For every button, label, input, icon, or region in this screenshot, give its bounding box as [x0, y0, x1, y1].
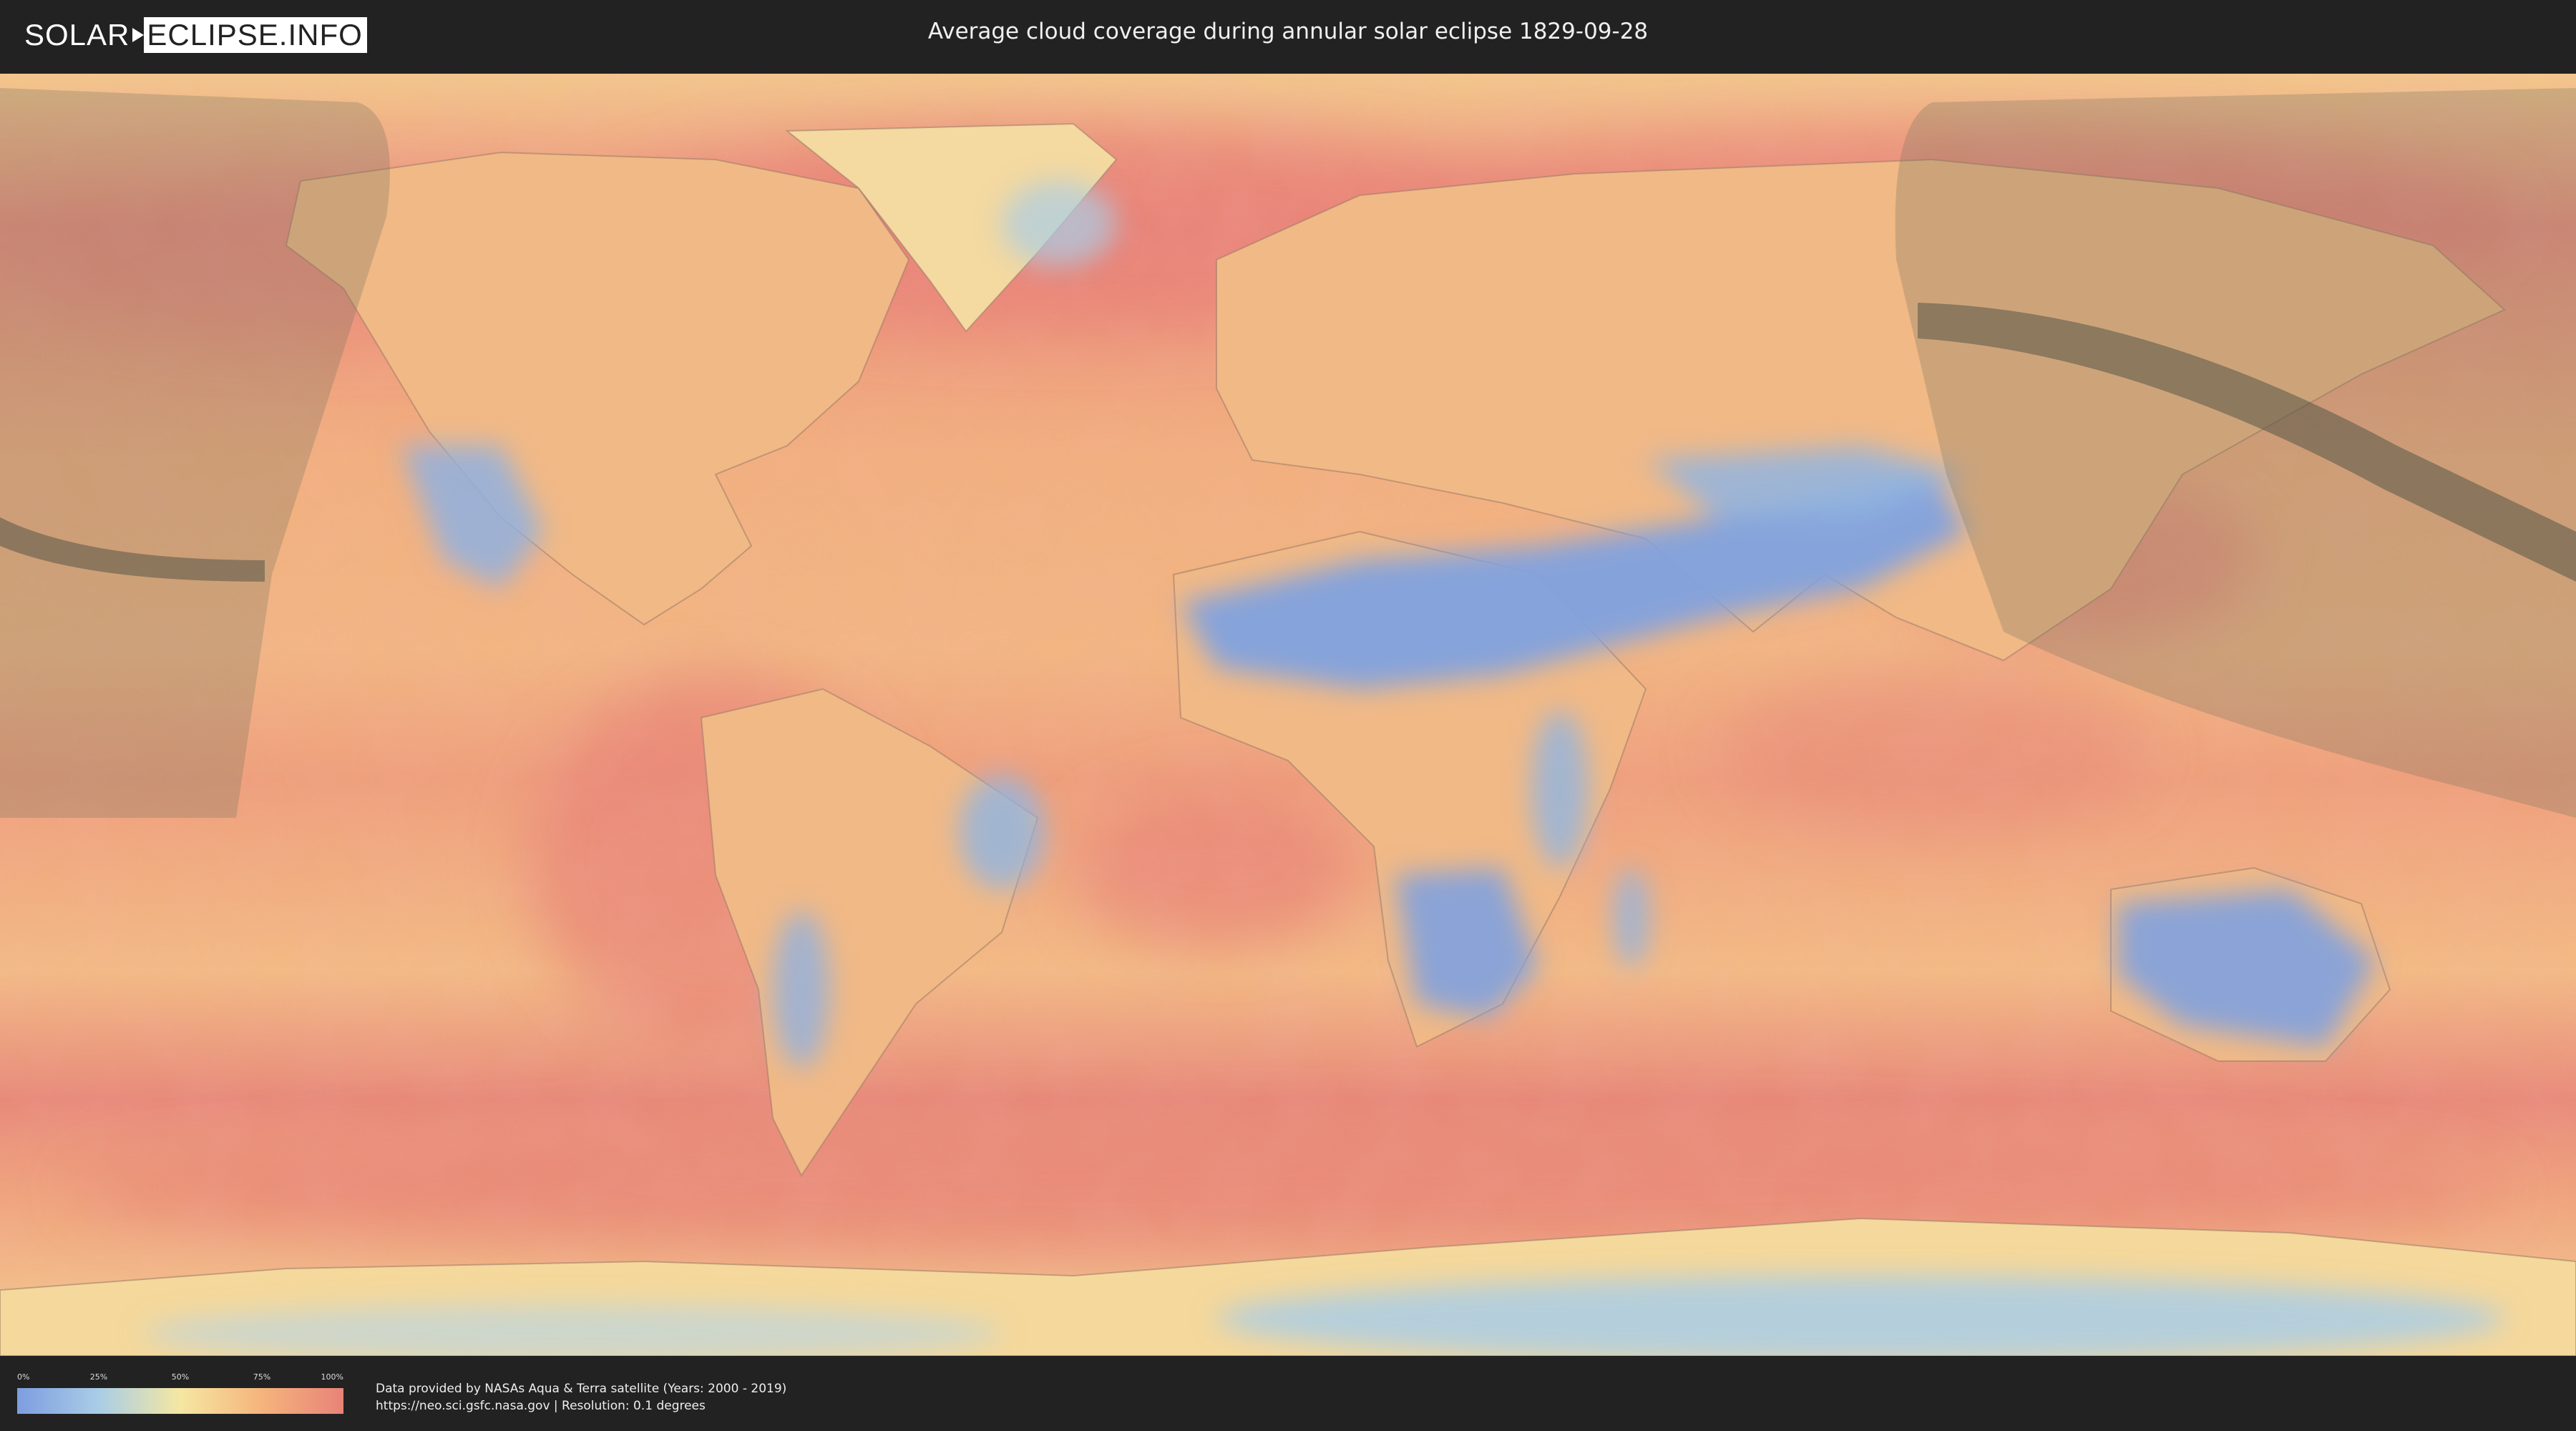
- header: SOLAR ECLIPSE.INFO Average cloud coverag…: [0, 0, 2576, 72]
- legend-label-100: 100%: [321, 1372, 343, 1382]
- page-title: Average cloud coverage during annular so…: [927, 19, 1649, 44]
- legend-color-bar: [17, 1388, 343, 1414]
- attribution-line-2: https://neo.sci.gsfc.nasa.gov | Resoluti…: [376, 1399, 706, 1413]
- legend-labels: 0% 25% 50% 75% 100%: [17, 1372, 343, 1385]
- data-attribution: Data provided by NASAs Aqua & Terra sate…: [376, 1380, 786, 1415]
- cloud-coverage-map[interactable]: [0, 74, 2576, 1356]
- page: SOLAR ECLIPSE.INFO Average cloud coverag…: [0, 0, 2576, 1431]
- legend-label-75: 75%: [253, 1372, 271, 1382]
- attribution-line-1: Data provided by NASAs Aqua & Terra sate…: [376, 1382, 787, 1396]
- legend-label-25: 25%: [89, 1372, 108, 1382]
- legend-label-0: 0%: [17, 1372, 30, 1382]
- legend-label-50: 50%: [171, 1372, 190, 1382]
- world-map-svg: [0, 74, 2576, 1356]
- cloud-coverage-legend: 0% 25% 50% 75% 100%: [17, 1372, 343, 1415]
- footer: 0% 25% 50% 75% 100% Data provided by NAS…: [0, 1357, 2576, 1431]
